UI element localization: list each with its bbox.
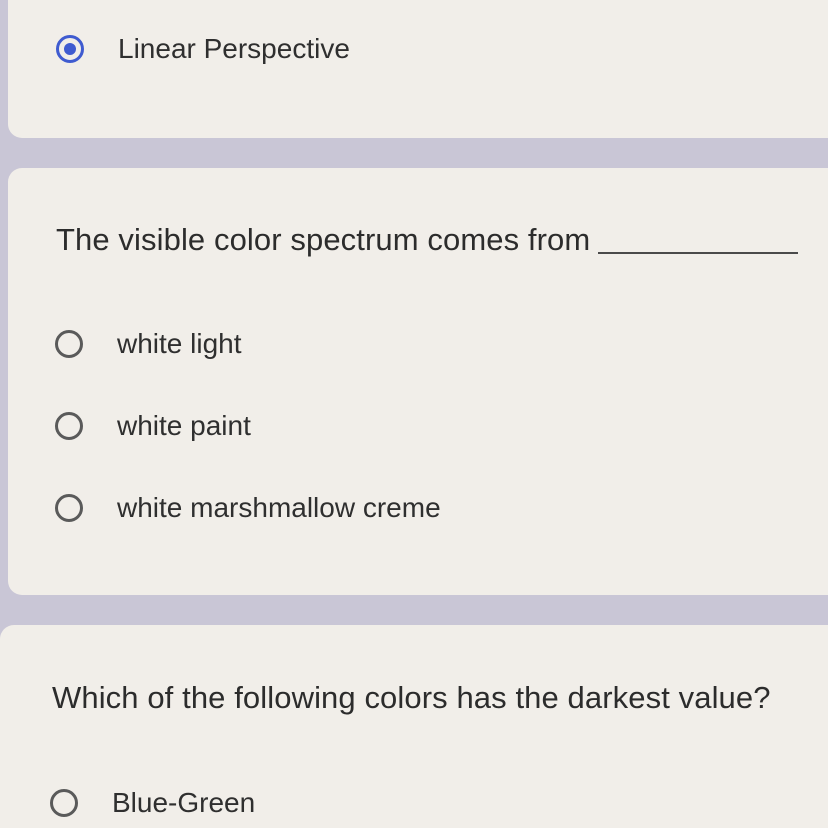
option-linear-perspective[interactable]: Linear Perspective: [56, 33, 350, 65]
radio-unselected-icon[interactable]: [50, 789, 78, 817]
option-blue-green[interactable]: Blue-Green: [50, 787, 255, 819]
question-card-previous: [8, 0, 828, 138]
question-text-darkest-value: Which of the following colors has the da…: [52, 680, 771, 716]
fill-in-blank-line: [598, 252, 799, 254]
radio-unselected-icon[interactable]: [55, 330, 83, 358]
option-label: white paint: [117, 410, 251, 441]
radio-selected-icon[interactable]: [56, 35, 84, 63]
option-label: Linear Perspective: [118, 33, 350, 64]
question-title: Which of the following colors has the da…: [52, 680, 771, 715]
question-text-spectrum: The visible color spectrum comes from: [56, 222, 799, 258]
radio-unselected-icon[interactable]: [55, 412, 83, 440]
option-white-marshmallow-creme[interactable]: white marshmallow creme: [55, 492, 441, 524]
option-white-paint[interactable]: white paint: [55, 410, 251, 442]
option-label: Blue-Green: [112, 787, 256, 818]
option-white-light[interactable]: white light: [55, 328, 242, 360]
question-title: The visible color spectrum comes from: [56, 222, 591, 257]
radio-unselected-icon[interactable]: [55, 494, 83, 522]
option-label: white marshmallow creme: [117, 492, 441, 523]
option-label: white light: [117, 328, 242, 359]
